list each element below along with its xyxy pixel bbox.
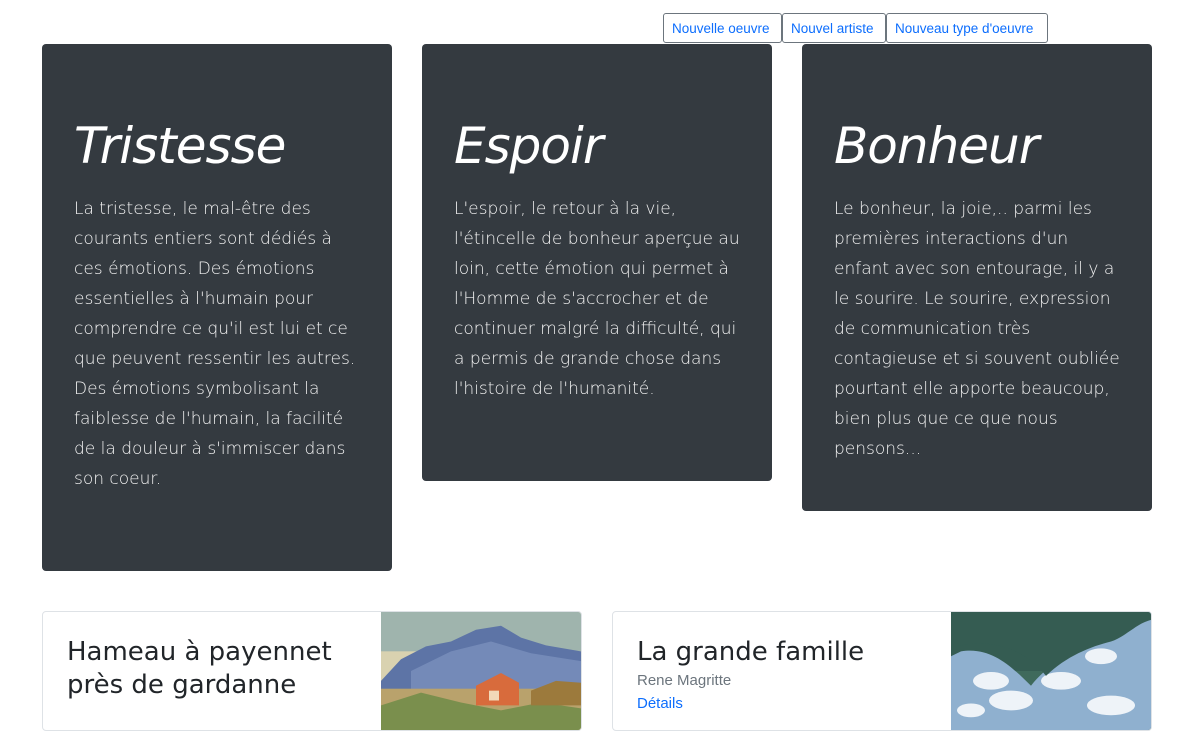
emotion-description: Le bonheur, la joie,.. parmi les premièr…	[834, 199, 1120, 459]
admin-toolbar: Nouvelle oeuvre Nouvel artiste Nouveau t…	[663, 13, 1048, 43]
artwork-title: La grande famille	[637, 637, 865, 667]
artwork-artist: Rene Magritte	[637, 672, 732, 689]
artwork-card: Hameau à payennet près de gardanne	[42, 611, 582, 731]
artwork-thumbnail[interactable]	[951, 612, 1151, 730]
artwork-thumbnail[interactable]	[381, 612, 581, 730]
artwork-title: Hameau à payennet près de gardanne	[67, 637, 332, 700]
artwork-details-link[interactable]: Détails	[637, 695, 683, 712]
new-artwork-type-button[interactable]: Nouveau type d'oeuvre	[886, 13, 1048, 43]
new-artist-button[interactable]: Nouvel artiste	[782, 13, 886, 43]
emotion-card-hope: Espoir L'espoir, le retour à la vie, l'é…	[422, 44, 772, 481]
emotion-description: L'espoir, le retour à la vie, l'étincell…	[454, 199, 740, 399]
new-artwork-button[interactable]: Nouvelle oeuvre	[663, 13, 782, 43]
artwork-card: La grande famille Rene Magritte Détails	[612, 611, 1152, 731]
emotion-title: Tristesse	[74, 117, 286, 175]
emotion-card-happiness: Bonheur Le bonheur, la joie,.. parmi les…	[802, 44, 1152, 511]
emotion-title: Bonheur	[834, 117, 1039, 175]
emotion-card-sadness: Tristesse La tristesse, le mal-être des …	[42, 44, 392, 571]
emotion-description: La tristesse, le mal-être des courants e…	[74, 199, 356, 489]
emotion-title: Espoir	[454, 117, 603, 175]
